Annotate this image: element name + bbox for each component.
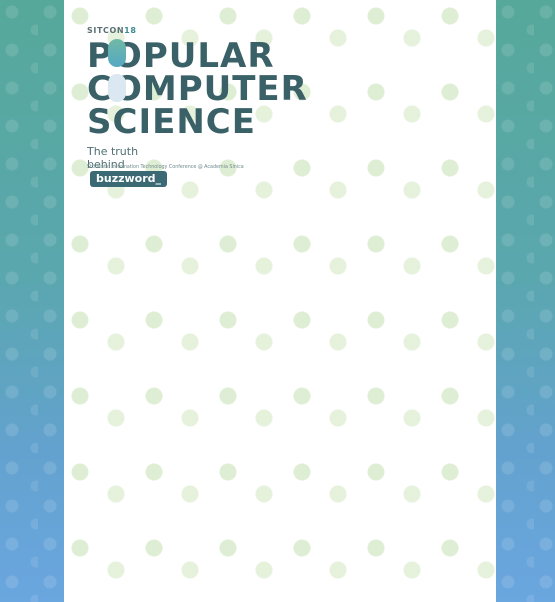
subline: Students' Information Technology Confere… (87, 165, 244, 170)
right-pattern (496, 0, 555, 602)
capsule-icon (108, 39, 126, 67)
sitcon-logo-text: SITCON18 (87, 26, 137, 35)
title-line-3: SCIENCE (87, 102, 256, 142)
capsule-outline-icon (108, 74, 126, 102)
brand-block: SITCON18 POPULAR COMPUTER SCIENCE The tr… (87, 26, 307, 187)
left-pattern (0, 0, 64, 602)
poster-panel: SITCON18 POPULAR COMPUTER SCIENCE The tr… (64, 0, 496, 602)
buzzword-badge: buzzword_ (90, 171, 168, 187)
